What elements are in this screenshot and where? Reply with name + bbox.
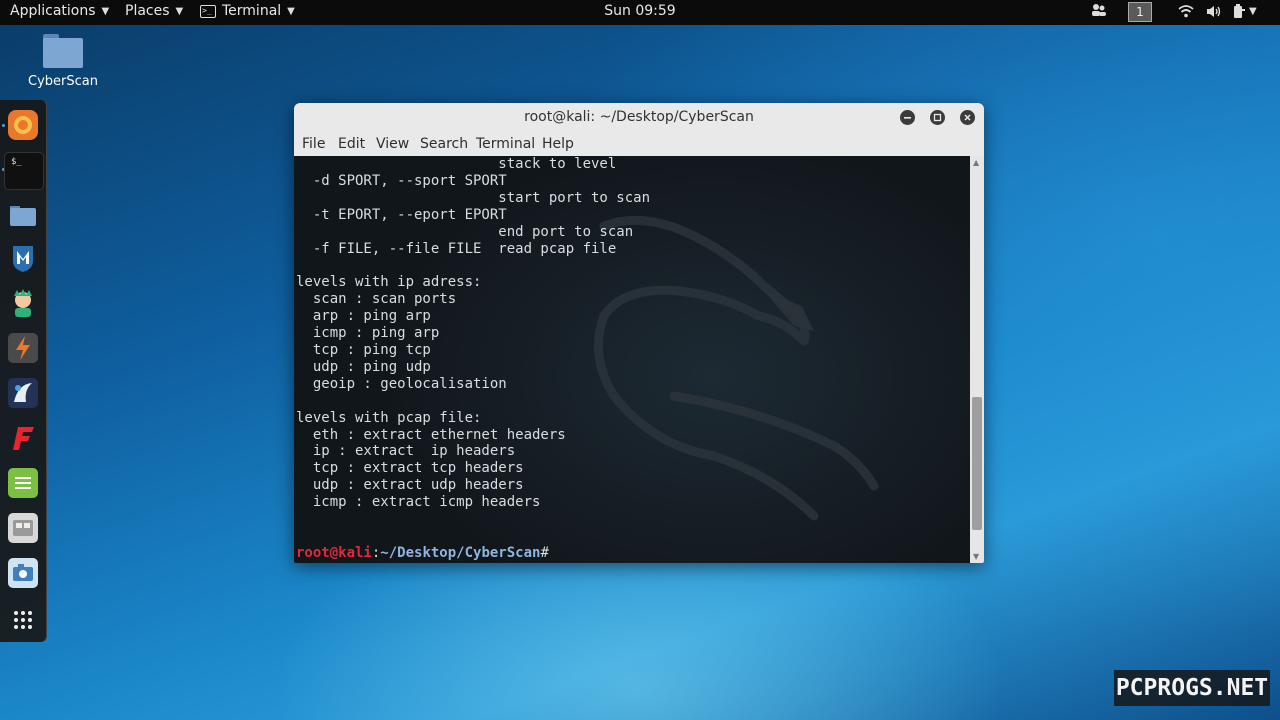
vertical-scrollbar[interactable]: ▲ ▼ <box>970 156 984 563</box>
prompt-symbol: # <box>540 545 549 561</box>
desktop-folder-cyberscan[interactable]: CyberScan <box>28 34 98 89</box>
menu-terminal[interactable]: Terminal <box>476 136 535 152</box>
terminal-line: -d SPORT, --sport SPORT <box>296 172 507 189</box>
terminal-line: end port to scan <box>296 223 634 240</box>
close-button[interactable] <box>960 110 975 125</box>
menu-search[interactable]: Search <box>420 136 468 152</box>
terminal-line: ip : extract ip headers <box>296 443 516 460</box>
window-titlebar[interactable]: root@kali: ~/Desktop/CyberScan <box>294 103 984 131</box>
prompt-path: ~/Desktop/CyberScan <box>380 545 541 561</box>
dock: $_ <box>0 100 47 642</box>
volume-icon[interactable] <box>1206 5 1222 18</box>
terminal-line: icmp : extract icmp headers <box>296 494 541 511</box>
minimize-button[interactable] <box>900 110 915 125</box>
terminal-line: -f FILE, --file FILE read pcap file <box>296 240 617 257</box>
terminal-line: tcp : extract tcp headers <box>296 460 524 477</box>
people-icon[interactable] <box>1090 3 1108 17</box>
minimize-icon <box>904 117 911 119</box>
faraday-icon[interactable] <box>8 423 38 453</box>
menu-help[interactable]: Help <box>542 136 574 152</box>
prompt-user: root@kali <box>296 545 372 561</box>
site-watermark: PCPROGS.NET <box>1114 670 1270 706</box>
desktop-folder-label: CyberScan <box>28 74 98 89</box>
terminal-line: start port to scan <box>296 189 651 206</box>
terminal-line: levels with pcap file: <box>296 409 482 426</box>
terminal-text: stack to level -d SPORT, --sport SPORT s… <box>296 156 650 511</box>
terminal-line: tcp : ping tcp <box>296 341 431 358</box>
chevron-down-icon: ▼ <box>1249 6 1257 17</box>
folder-icon <box>43 34 83 68</box>
close-icon <box>964 114 971 121</box>
screenshot-icon[interactable] <box>8 558 38 588</box>
battery-icon <box>1234 4 1245 18</box>
running-indicator <box>2 124 5 127</box>
terminal-line: stack to level <box>296 156 617 172</box>
power-menu[interactable]: ▼ <box>1232 4 1257 19</box>
leafpad-icon[interactable] <box>8 468 38 498</box>
menu-file[interactable]: File <box>302 136 325 152</box>
show-apps-icon[interactable] <box>8 605 38 635</box>
terminal-line: geoip : geolocalisation <box>296 375 507 392</box>
terminal-line: udp : ping udp <box>296 358 431 375</box>
scroll-up-icon[interactable]: ▲ <box>973 158 979 167</box>
maximize-icon <box>933 113 942 122</box>
clock[interactable]: Sun 09:59 <box>0 3 1280 19</box>
terminal-line: udp : extract udp headers <box>296 477 524 494</box>
wifi-icon[interactable] <box>1178 5 1194 18</box>
scroll-down-icon[interactable]: ▼ <box>973 552 979 561</box>
maximize-button[interactable] <box>930 110 945 125</box>
terminal-output[interactable]: stack to level -d SPORT, --sport SPORT s… <box>294 156 970 563</box>
top-panel: Applications ▼ Places ▼ >_ Terminal ▼ Su… <box>0 0 1280 25</box>
terminal-line: -t EPORT, --eport EPORT <box>296 206 507 223</box>
terminal-line: scan : scan ports <box>296 291 457 308</box>
window-menubar: File Edit View Search Terminal Help <box>294 131 984 157</box>
window-title: root@kali: ~/Desktop/CyberScan <box>524 109 754 125</box>
cutycapt-icon[interactable] <box>8 513 38 543</box>
workspace-indicator[interactable]: 1 <box>1128 2 1152 22</box>
metasploit-icon[interactable] <box>8 243 38 273</box>
terminal-window[interactable]: root@kali: ~/Desktop/CyberScan File Edit… <box>294 103 984 563</box>
scrollbar-thumb[interactable] <box>972 397 982 530</box>
terminal-line: eth : extract ethernet headers <box>296 426 566 443</box>
terminal-line: arp : ping arp <box>296 308 431 325</box>
terminal-icon[interactable]: $_ <box>4 152 44 190</box>
terminal-line: levels with ip adress: <box>296 274 482 291</box>
burpsuite-icon[interactable] <box>8 333 38 363</box>
menu-edit[interactable]: Edit <box>338 136 365 152</box>
armitage-icon[interactable] <box>8 288 38 318</box>
maltego-icon[interactable] <box>8 378 38 408</box>
files-icon[interactable] <box>8 200 38 230</box>
terminal-line: icmp : ping arp <box>296 325 440 342</box>
shell-prompt[interactable]: root@kali:~/Desktop/CyberScan# <box>296 545 549 561</box>
menu-view[interactable]: View <box>376 136 409 152</box>
firefox-icon[interactable] <box>8 110 38 140</box>
